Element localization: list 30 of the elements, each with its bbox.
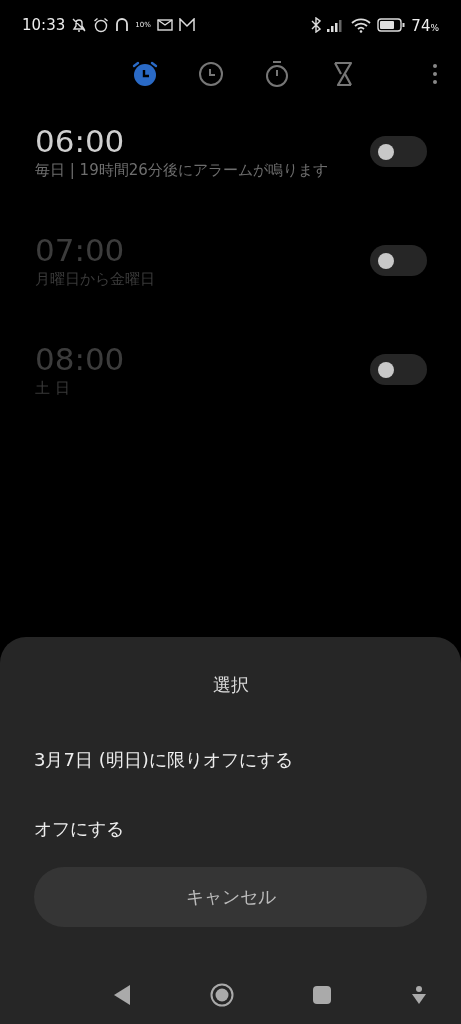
hourglass-icon	[332, 61, 354, 87]
cancel-button[interactable]: キャンセル	[34, 867, 427, 927]
sheet-title: 選択	[212, 673, 249, 697]
alarm-clock-icon	[93, 17, 110, 33]
more-menu-icon[interactable]	[433, 64, 437, 84]
alarm-time: 07:00	[35, 231, 126, 268]
alarm-time: 08:00	[35, 340, 126, 377]
clock-icon	[198, 61, 224, 87]
sheet-option[interactable]: 3月7日 (明日)に限りオフにする	[34, 725, 427, 794]
stopwatch-icon	[264, 60, 290, 88]
bluetooth-icon	[311, 17, 322, 33]
alarm-clock-icon	[131, 60, 159, 88]
alarm-time: 06:00	[35, 122, 126, 159]
mail-icon	[178, 18, 195, 32]
status-time: 10:33	[22, 16, 66, 34]
battery-icon	[377, 18, 406, 32]
wifi-icon	[351, 17, 372, 33]
back-icon[interactable]	[114, 985, 130, 1005]
accessibility-icon[interactable]	[410, 986, 427, 1004]
alarm-repeat: 毎日 | 19時間26分後にアラームが鳴ります	[35, 159, 329, 181]
home-icon[interactable]	[209, 983, 234, 1007]
bell-off-icon	[71, 17, 88, 33]
headphones-icon	[115, 17, 130, 33]
alarm-toggle[interactable]	[370, 245, 427, 276]
battery-percent: 74%	[411, 15, 439, 35]
recents-icon[interactable]	[313, 986, 332, 1004]
sheet-option[interactable]: オフにする	[34, 794, 427, 863]
envelope-icon	[156, 19, 173, 31]
alarm-toggle[interactable]	[370, 354, 427, 385]
alarm-toggle[interactable]	[370, 136, 427, 167]
